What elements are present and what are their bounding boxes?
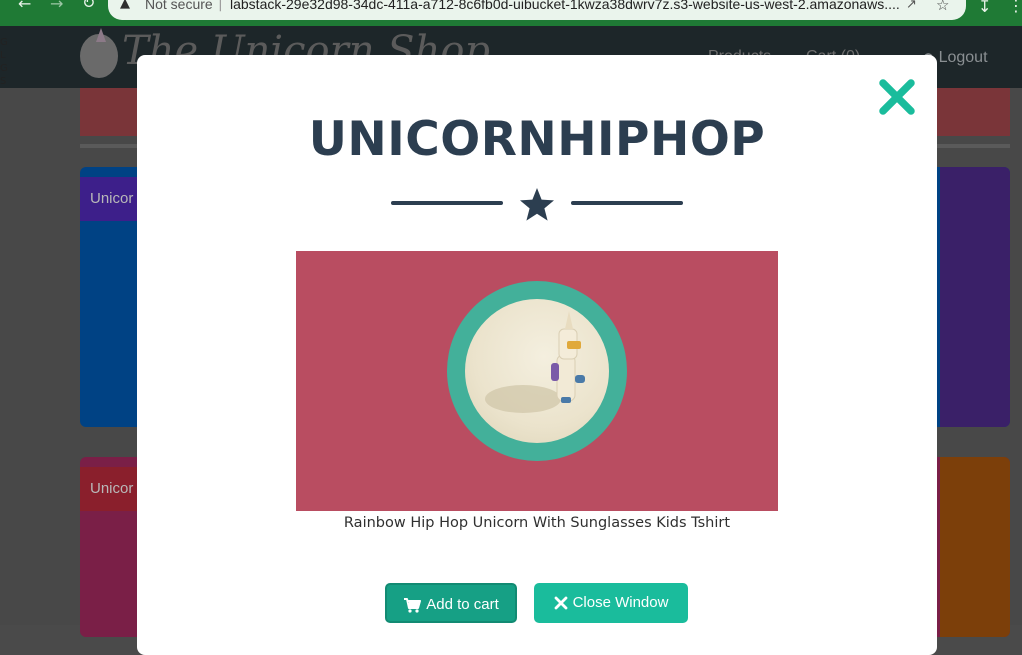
kebab-menu-icon[interactable]: ⋮ (1008, 0, 1022, 15)
close-icon[interactable] (877, 77, 917, 117)
address-separator: | (218, 0, 223, 12)
title-divider-left (391, 201, 503, 205)
security-label[interactable]: Not secure (145, 0, 213, 12)
share-icon[interactable]: ↗ (906, 0, 917, 12)
star-icon (520, 188, 554, 221)
product-caption: Rainbow Hip Hop Unicorn With Sunglasses … (343, 515, 731, 531)
title-divider-right (571, 201, 683, 205)
edge-text: GLGS (0, 37, 8, 87)
close-window-label: Close Window (572, 594, 669, 611)
times-icon (554, 596, 567, 610)
unicorn-figure-photo (465, 299, 609, 443)
product-modal: UNICORNHIPHOP Rainbow Hip Hop Unicorn Wi… (137, 55, 937, 655)
browser-toolbar: ← → ↻ ▲ Not secure | labstack-29e32d98-3… (0, 0, 1022, 26)
logout-label: Logout (938, 49, 988, 66)
modal-title: UNICORNHIPHOP (308, 112, 766, 167)
add-to-cart-label: Add to cart (426, 596, 499, 613)
star-icon[interactable]: ☆ (936, 0, 949, 14)
add-to-cart-button[interactable]: Add to cart (385, 583, 517, 623)
url-text[interactable]: labstack-29e32d98-34dc-411a-a712-8c6fb0d… (230, 0, 900, 12)
address-bar[interactable]: ▲ Not secure | labstack-29e32d98-34dc-41… (108, 0, 966, 20)
reload-icon[interactable]: ↻ (82, 0, 95, 16)
cart-icon (404, 598, 422, 613)
unicorn-logo-icon[interactable] (80, 28, 118, 78)
image-ring (447, 281, 627, 461)
back-arrow-icon[interactable]: ← (18, 0, 31, 17)
forward-arrow-icon[interactable]: → (50, 0, 63, 17)
product-image (296, 251, 778, 511)
download-icon[interactable]: ↧ (978, 0, 991, 16)
warning-icon[interactable]: ▲ (120, 0, 130, 11)
close-window-button[interactable]: Close Window (534, 583, 688, 623)
